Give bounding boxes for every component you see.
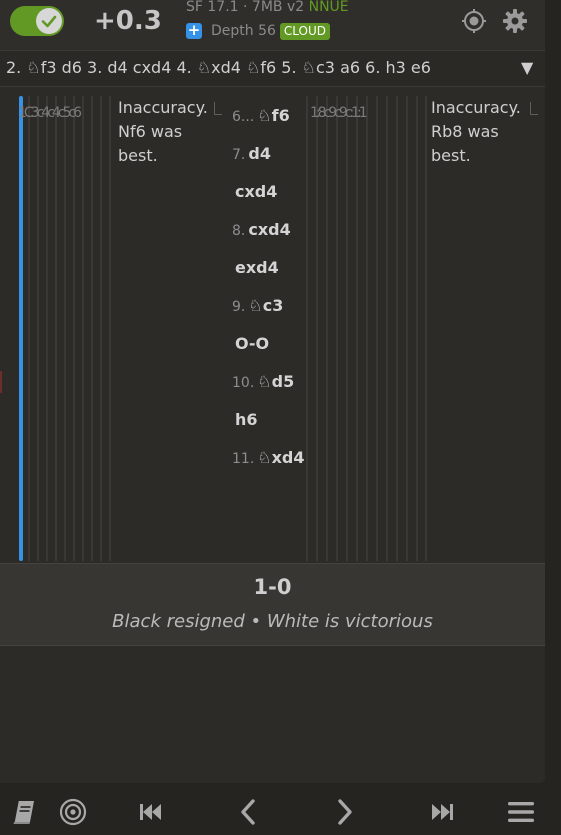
variation-line: [64, 96, 66, 561]
last-move-icon[interactable]: [426, 796, 458, 828]
move-row[interactable]: 6... ♘f6: [232, 106, 290, 125]
game-result: 1-0 Black resigned • White is victorious: [0, 563, 545, 646]
variation-line: [91, 96, 93, 561]
comment-bracket: [214, 102, 222, 115]
engine-evaluation: +0.3: [94, 6, 162, 36]
move-row[interactable]: cxd4: [232, 182, 277, 201]
variation-line: [37, 96, 39, 561]
engine-name: SF 17.1 · 7MB v2 NNUE: [186, 0, 349, 15]
variation-line: [366, 96, 368, 561]
variation-line: [336, 96, 338, 561]
result-status: Black resigned • White is victorious: [112, 611, 433, 632]
depth-row: + Depth 56 CLOUD: [186, 20, 331, 42]
menu-icon[interactable]: [505, 796, 537, 828]
engine-toggle[interactable]: [10, 6, 64, 36]
principal-variation[interactable]: 2. ♘f3 d6 3. d4 cxd4 4. ♘xd4 ♘f6 5. ♘c3 …: [0, 51, 545, 87]
move-row[interactable]: 11. ♘xd4: [232, 448, 305, 467]
plus-icon[interactable]: +: [186, 23, 202, 39]
first-move-icon[interactable]: [135, 796, 167, 828]
nnue-label: NNUE: [308, 0, 349, 15]
variation-line: [416, 96, 418, 561]
cloud-badge: CLOUD: [279, 22, 331, 40]
variation-line: [346, 96, 348, 561]
variation-lines-right: 1:8c9c9c:1:1: [306, 96, 427, 561]
target-icon[interactable]: [57, 796, 89, 828]
pv-expand-icon[interactable]: ▼: [521, 58, 533, 77]
variation-line: [46, 96, 48, 561]
variation-ticks: 1C3c4c4c5c6: [18, 105, 82, 121]
move-comment: Inaccuracy. Rb8 was best.: [431, 98, 521, 165]
depth-label: Depth 56: [211, 23, 276, 39]
variation-line: [28, 96, 30, 561]
variation-line: [376, 96, 378, 561]
move-row[interactable]: O-O: [232, 334, 269, 353]
variation-line: [73, 96, 75, 561]
move-list: 1C3c4c4c5c6 Inaccuracy. Nf6 was best. 6.…: [0, 87, 545, 563]
control-bar: [0, 788, 561, 835]
previous-move-icon[interactable]: [232, 796, 264, 828]
variation-line: [82, 96, 84, 561]
target-icon[interactable]: [461, 8, 487, 34]
variation-line: [326, 96, 328, 561]
variation-line: [386, 96, 388, 561]
gear-icon[interactable]: [502, 8, 528, 34]
variation-line: [425, 96, 427, 561]
variation-line: [396, 96, 398, 561]
pv-moves[interactable]: 2. ♘f3 d6 3. d4 cxd4 4. ♘xd4 ♘f6 5. ♘c3 …: [6, 58, 431, 77]
move-row[interactable]: 8. cxd4: [232, 220, 291, 239]
variation-line: [356, 96, 358, 561]
variation-ticks: 1:8c9c9c:1:1: [310, 105, 368, 121]
engine-version: SF 17.1 · 7MB v2: [186, 0, 305, 15]
variation-lines-left: 1C3c4c4c5c6: [16, 96, 114, 561]
analysis-panel: +0.3 SF 17.1 · 7MB v2 NNUE + Depth 56 CL…: [0, 0, 545, 783]
variation-line: [100, 96, 102, 561]
active-line-marker: [19, 96, 23, 561]
move-row[interactable]: 9. ♘c3: [232, 296, 283, 315]
book-icon[interactable]: [8, 796, 40, 828]
move-comment: Inaccuracy. Nf6 was best.: [118, 98, 208, 165]
move-row[interactable]: exd4: [232, 258, 279, 277]
engine-header: +0.3 SF 17.1 · 7MB v2 NNUE + Depth 56 CL…: [0, 0, 545, 51]
variation-line: [316, 96, 318, 561]
eval-gauge-edge: [0, 371, 2, 393]
toggle-knob: [36, 8, 62, 34]
next-move-icon[interactable]: [329, 796, 361, 828]
move-row[interactable]: h6: [232, 410, 258, 429]
move-row[interactable]: 7. d4: [232, 144, 271, 163]
variation-line: [406, 96, 408, 561]
check-icon: [41, 15, 57, 28]
variation-line: [109, 96, 111, 561]
move-row[interactable]: 10. ♘d5: [232, 372, 294, 391]
comment-bracket: [530, 102, 538, 115]
result-score: 1-0: [253, 575, 292, 599]
variation-line: [306, 96, 308, 561]
variation-line: [55, 96, 57, 561]
